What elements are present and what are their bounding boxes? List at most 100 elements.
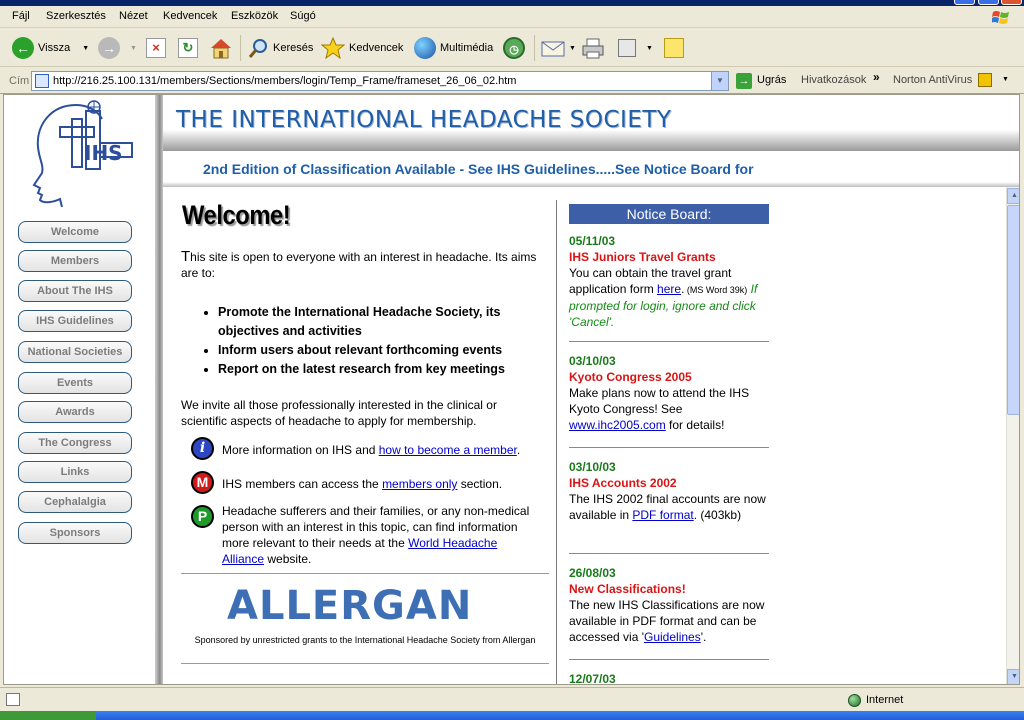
go-arrow-icon[interactable]: → [736, 73, 752, 89]
notice-body: The IHS 2002 final accounts are now avai… [569, 491, 769, 523]
search-icon [248, 39, 267, 58]
nav-cephalalgia[interactable]: Cephalalgia [18, 491, 132, 513]
scroll-down-icon[interactable]: ▼ [1007, 669, 1019, 684]
mail-dropdown-icon[interactable]: ▼ [569, 45, 576, 52]
list-item: Report on the latest research from key m… [218, 360, 546, 379]
welcome-heading: Welcome! [182, 200, 291, 230]
forward-button[interactable]: → ▼ [98, 35, 137, 61]
notice-divider [569, 659, 769, 660]
menu-favorites[interactable]: Kedvencek [163, 10, 217, 22]
notice-body: You can obtain the travel grant applicat… [569, 265, 769, 330]
menu-bar: Fájl Szerkesztés Nézet Kedvencek Eszközö… [0, 6, 1024, 28]
intro-text: his site is open to everyone with an int… [181, 250, 537, 280]
mail-button[interactable]: ▼ [541, 35, 576, 61]
note-icon [664, 38, 684, 58]
notice-board-title: Notice Board: [569, 204, 769, 224]
media-button[interactable]: Multimédia [414, 35, 493, 61]
notice-text: Make plans now to attend the IHS Kyoto C… [569, 386, 750, 416]
start-button[interactable] [0, 711, 96, 720]
members-info: IHS members can access the members only … [222, 476, 552, 492]
maximize-button[interactable] [978, 0, 999, 5]
become-member-link[interactable]: how to become a member [379, 443, 517, 457]
divider [181, 663, 549, 664]
internet-globe-icon [848, 693, 861, 707]
history-button[interactable]: ◷ [503, 35, 525, 61]
site-title: THE INTERNATIONAL HEADACHE SOCIETY [176, 107, 672, 133]
print-button[interactable] [581, 35, 605, 61]
scroll-up-icon[interactable]: ▲ [1007, 188, 1019, 204]
menu-view[interactable]: Nézet [119, 10, 148, 22]
accounts-pdf-link[interactable]: PDF format [632, 508, 693, 522]
stop-button[interactable]: × [146, 35, 166, 61]
edit-button[interactable]: ▼ [618, 35, 653, 61]
address-dropdown-icon[interactable]: ▼ [711, 72, 728, 90]
notice-body: Make plans now to attend the IHS Kyoto C… [569, 385, 769, 433]
notice-headline: IHS Accounts 2002 [569, 476, 677, 490]
norton-dropdown-icon[interactable]: ▼ [1002, 76, 1009, 83]
menu-edit[interactable]: Szerkesztés [46, 10, 106, 22]
close-button[interactable] [1001, 0, 1022, 5]
congress-website-link[interactable]: www.ihc2005.com [569, 418, 666, 432]
scrolling-announcement[interactable]: 2nd Edition of Classification Available … [203, 161, 754, 177]
zone-label: Internet [866, 694, 904, 706]
scrollbar-thumb[interactable] [1007, 205, 1019, 415]
edit-dropdown-icon[interactable]: ▼ [646, 45, 653, 52]
nav-the-congress[interactable]: The Congress [18, 432, 132, 454]
menu-help[interactable]: Súgó [290, 10, 316, 22]
forward-dropdown-icon[interactable]: ▼ [130, 45, 137, 52]
column-divider [556, 200, 557, 684]
divider [181, 573, 549, 574]
toolbar-separator [534, 35, 535, 61]
taskbar [0, 711, 1024, 720]
notice-divider [569, 341, 769, 342]
vertical-scrollbar[interactable]: ▲ ▼ [1006, 187, 1019, 684]
nav-welcome[interactable]: Welcome [18, 221, 132, 243]
page-viewport: IHS Welcome Members About The IHS IHS Gu… [3, 94, 1020, 685]
nav-about-the-ihs[interactable]: About The IHS [18, 280, 132, 302]
nav-links[interactable]: Links [18, 461, 132, 483]
forward-arrow-icon: → [98, 37, 120, 59]
minimize-button[interactable] [954, 0, 975, 5]
nav-ihs-guidelines[interactable]: IHS Guidelines [18, 310, 132, 332]
menu-tools[interactable]: Eszközök [231, 10, 278, 22]
search-button[interactable]: Keresés [247, 35, 313, 61]
intro-drop-cap: T [181, 248, 191, 265]
back-arrow-icon: ← [12, 37, 34, 59]
left-navigation-frame: IHS Welcome Members About The IHS IHS Gu… [4, 95, 158, 684]
messenger-button[interactable] [664, 35, 684, 61]
members-only-link[interactable]: members only [382, 477, 457, 491]
guidelines-link[interactable]: Guidelines [644, 630, 701, 644]
history-clock-icon: ◷ [503, 37, 525, 59]
page-status-icon [6, 693, 20, 706]
nav-members[interactable]: Members [18, 250, 132, 272]
address-label: Cím [9, 75, 30, 87]
notice-text: for details! [665, 418, 725, 432]
nav-events[interactable]: Events [18, 372, 132, 394]
nav-awards[interactable]: Awards [18, 401, 132, 423]
home-button[interactable] [209, 35, 233, 61]
go-button[interactable]: Ugrás [757, 74, 786, 86]
norton-antivirus-toolbar[interactable]: Norton AntiVirus [893, 74, 972, 86]
search-label: Keresés [273, 42, 314, 54]
menu-file[interactable]: Fájl [12, 10, 30, 22]
media-globe-icon [414, 37, 436, 59]
members-icon: M [191, 471, 214, 494]
address-url[interactable]: http://216.25.100.131/members/Sections/m… [53, 75, 516, 87]
favorites-button[interactable]: Kedvencek [321, 35, 403, 61]
list-item: Inform users about relevant forthcoming … [218, 341, 546, 360]
page-icon [35, 74, 49, 88]
nav-sponsors[interactable]: Sponsors [18, 522, 132, 544]
nav-national-societies[interactable]: National Societies [18, 341, 132, 363]
norton-icon[interactable] [978, 73, 992, 87]
notice-headline: New Classifications! [569, 582, 686, 596]
back-button[interactable]: ← Vissza ▼ [12, 35, 89, 61]
travel-grant-form-link[interactable]: here [657, 282, 681, 296]
allergan-logo[interactable]: ALLERGAN [227, 585, 472, 627]
links-toolbar[interactable]: Hivatkozások [801, 74, 866, 86]
membership-info-end: . [516, 443, 521, 457]
refresh-button[interactable]: ↻ [178, 35, 198, 61]
stop-icon: × [146, 38, 166, 58]
links-chevron-icon[interactable]: » [873, 70, 880, 84]
back-dropdown-icon[interactable]: ▼ [82, 45, 89, 52]
address-input[interactable]: http://216.25.100.131/members/Sections/m… [31, 71, 729, 91]
